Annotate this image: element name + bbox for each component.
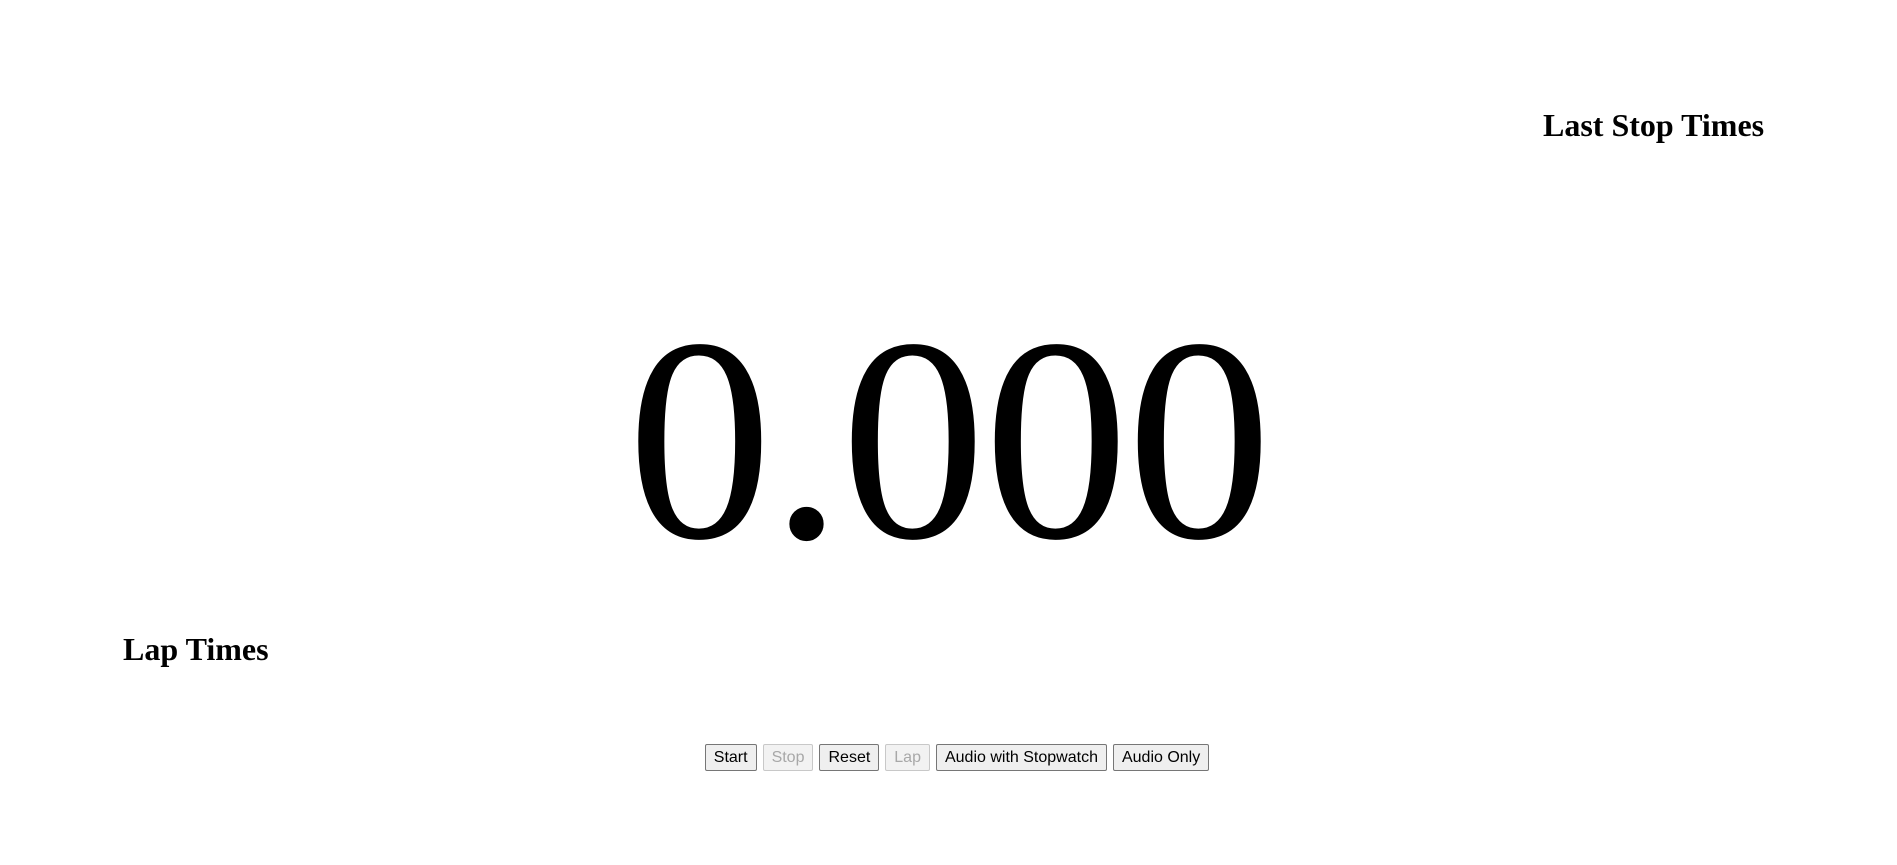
stopwatch-page: Last Stop Times 0.000 Lap Times Start St…	[0, 0, 1897, 865]
lap-button[interactable]: Lap	[885, 744, 930, 771]
audio-with-stopwatch-button[interactable]: Audio with Stopwatch	[935, 744, 1107, 771]
lap-times-heading: Lap Times	[123, 631, 269, 667]
reset-button[interactable]: Reset	[819, 744, 880, 771]
stopwatch-controls: Start Stop Reset Lap Audio with Stopwatc…	[0, 744, 1897, 771]
last-stop-times-heading: Last Stop Times	[1543, 107, 1765, 143]
start-button[interactable]: Start	[704, 744, 757, 771]
stopwatch-display: 0.000	[627, 279, 1272, 600]
audio-only-button[interactable]: Audio Only	[1112, 744, 1210, 771]
stop-button[interactable]: Stop	[762, 744, 814, 771]
